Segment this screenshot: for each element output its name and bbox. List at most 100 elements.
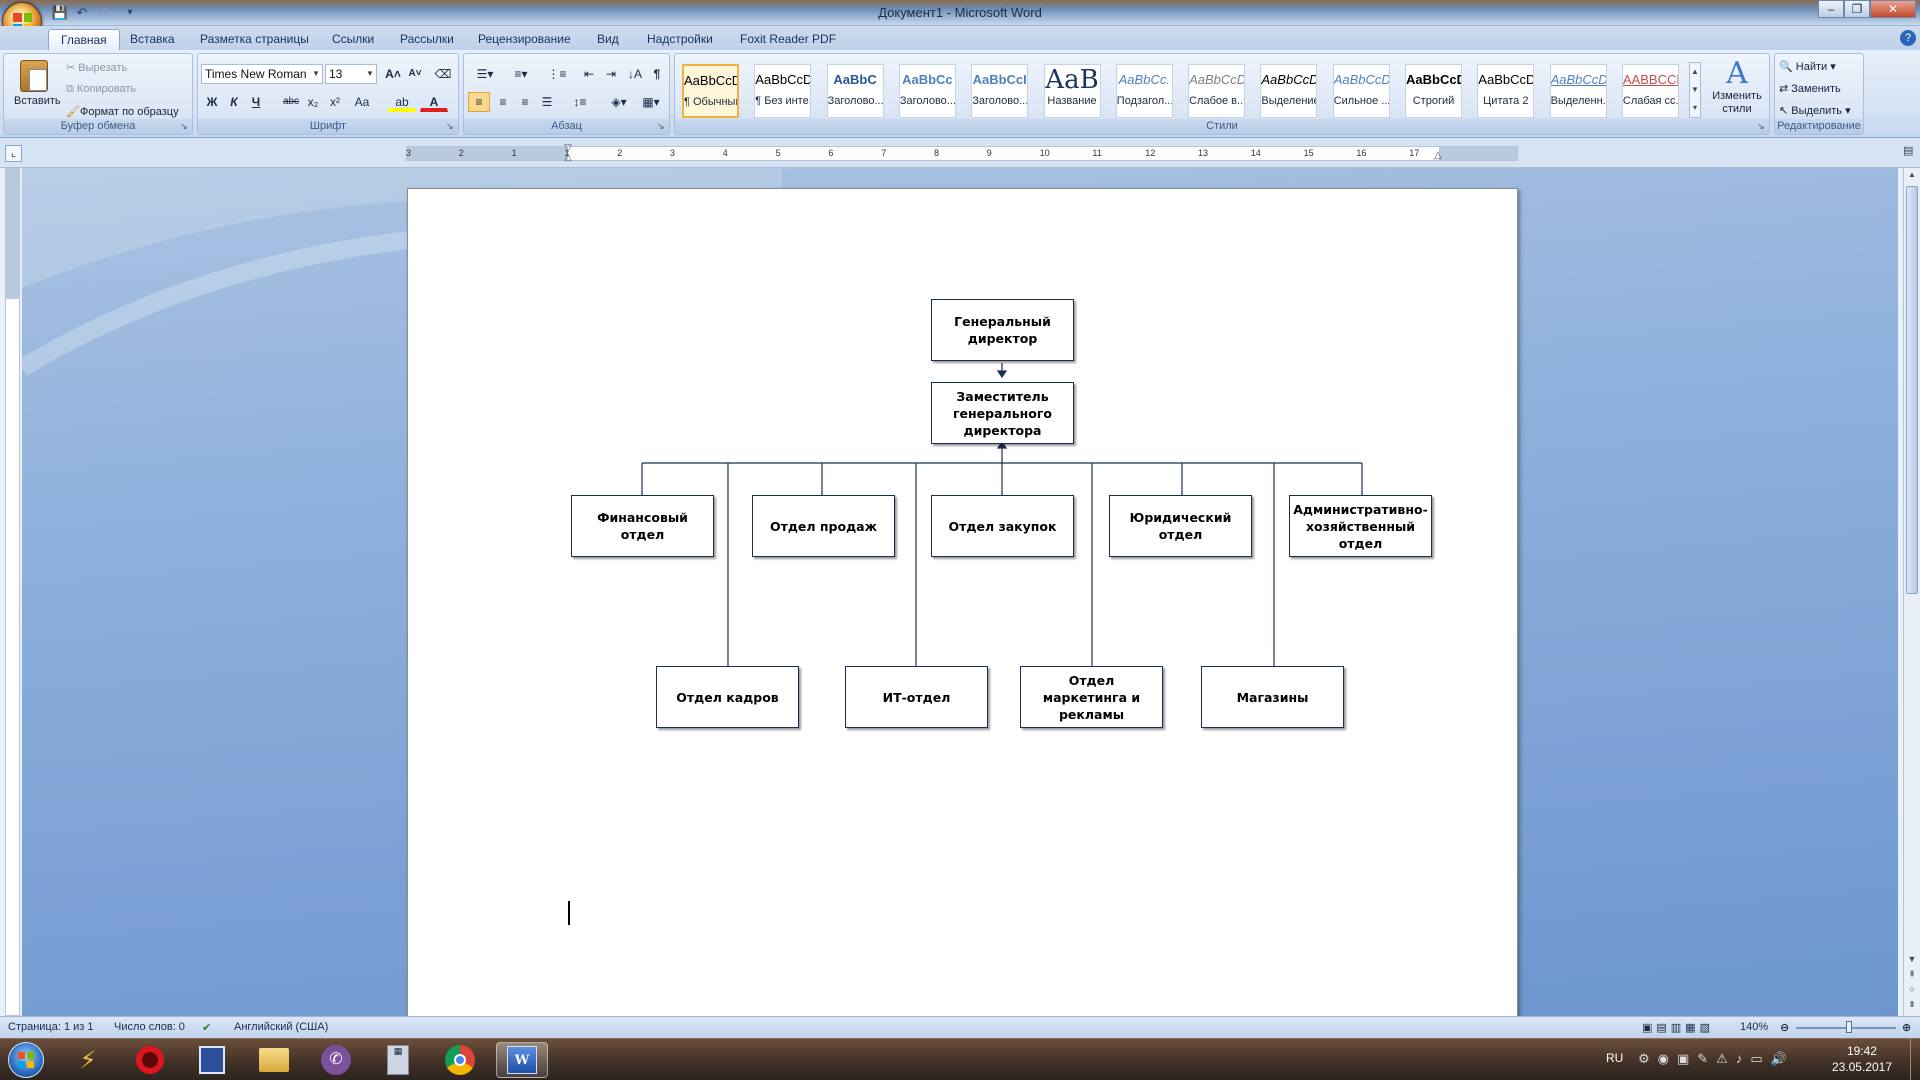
style-tile[interactable]: AaBbCcDi Выделенн... — [1549, 64, 1607, 118]
paste-button[interactable]: Вставить — [14, 58, 61, 114]
zoom-slider-thumb[interactable] — [1846, 1021, 1852, 1033]
underline-button[interactable]: Ч — [245, 92, 267, 112]
zoom-out-icon[interactable]: ⊖ — [1780, 1021, 1789, 1034]
org-node-admin[interactable]: Административно-хозяйственный отдел — [1289, 495, 1432, 557]
org-node-finance[interactable]: Финансовый отдел — [571, 495, 714, 557]
font-color-icon[interactable]: A — [420, 92, 448, 112]
page-count[interactable]: Страница: 1 из 1 — [8, 1021, 94, 1033]
horizontal-ruler[interactable]: 3 2 1 1 2 3 4 5 6 7 8 9 10 11 12 13 14 15 16 17 ▽ △ △ — [406, 144, 1518, 163]
qat-customize-icon[interactable]: ▾ — [120, 3, 140, 23]
word-taskbar-icon[interactable]: W — [496, 1042, 548, 1078]
org-node-marketing[interactable]: Отдел маркетинга и рекламы — [1020, 666, 1163, 728]
dialog-launcher-icon[interactable]: ↘ — [1757, 122, 1767, 132]
language-status[interactable]: Английский (США) — [234, 1021, 328, 1033]
close-button[interactable]: ✕ — [1870, 0, 1916, 18]
tab-selector-icon[interactable]: ⌞ — [5, 145, 22, 162]
zoom-in-icon[interactable]: ⊕ — [1902, 1021, 1911, 1034]
sort-icon[interactable]: ↓A — [624, 64, 646, 84]
vertical-scrollbar[interactable]: ▲ ▼ ⇞ ○ ⇟ — [1903, 168, 1920, 1016]
gallery-scroll[interactable]: ▲ ▼ ▾ — [1689, 62, 1701, 118]
style-tile[interactable]: AaBbCcDi Сильное ... — [1332, 64, 1390, 118]
align-left-icon[interactable]: ≡ — [468, 92, 490, 112]
tray-icons[interactable]: ⚙◉▣✎⚠♪▭🔊 — [1638, 1051, 1795, 1067]
decrease-indent-icon[interactable]: ⇤ — [578, 64, 600, 84]
app-launcher-icon[interactable]: ⚡ — [62, 1042, 114, 1078]
proofing-icon[interactable]: ✔ — [202, 1021, 211, 1034]
org-node-sales[interactable]: Отдел продаж — [752, 495, 895, 557]
show-desktop-button[interactable] — [1910, 1039, 1920, 1080]
opera-icon[interactable] — [124, 1042, 176, 1078]
org-node-stores[interactable]: Магазины — [1201, 666, 1344, 728]
find-button[interactable]: 🔍 Найти ▾ — [1779, 60, 1836, 73]
format-painter-button[interactable]: 🖌Формат по образцу — [66, 105, 179, 118]
minimize-button[interactable]: – — [1818, 0, 1844, 18]
shading-icon[interactable]: ◈▾ — [604, 92, 634, 112]
font-name-combo[interactable]: Times New Roman ▼ — [201, 64, 323, 84]
tab-insert[interactable]: Вставка — [118, 29, 187, 50]
right-indent-marker-icon[interactable]: △ — [1433, 151, 1443, 161]
scroll-thumb[interactable] — [1906, 186, 1918, 594]
tab-review[interactable]: Рецензирование — [466, 29, 583, 50]
org-node-legal[interactable]: Юридический отдел — [1109, 495, 1252, 557]
redo-icon[interactable]: ↷ — [96, 3, 116, 23]
tab-view[interactable]: Вид — [585, 29, 631, 50]
style-tile[interactable]: AaBbCcI Заголово... — [971, 64, 1029, 118]
subscript-button[interactable]: x₂ — [302, 92, 324, 112]
style-tile[interactable]: AaBbCc. Подзагол... — [1115, 64, 1173, 118]
view-buttons[interactable]: ▣▤▥▦▧ — [1642, 1021, 1714, 1034]
strikethrough-button[interactable]: abc — [280, 92, 302, 112]
align-right-icon[interactable]: ≡ — [514, 92, 536, 112]
bullets-icon[interactable]: ☰▾ — [468, 64, 502, 84]
style-tile[interactable]: AaBbCcDc ¶ Без инте... — [754, 64, 812, 118]
style-tile[interactable]: AaB Название — [1043, 64, 1101, 118]
cut-button[interactable]: ✂ Вырезать — [66, 61, 127, 74]
browse-object-icon[interactable]: ▼ ⇞ ○ ⇟ — [1906, 952, 1918, 1012]
replace-button[interactable]: ⇄ Заменить — [1779, 82, 1841, 95]
numbering-icon[interactable]: ≡▾ — [504, 64, 538, 84]
help-icon[interactable]: ? — [1900, 30, 1916, 46]
document-page[interactable]: Генеральный директор Заместитель генерал… — [407, 188, 1518, 1048]
start-button[interactable] — [2, 1042, 50, 1078]
tab-foxit[interactable]: Foxit Reader PDF — [728, 29, 848, 50]
style-tile[interactable]: AaBbCcDc Цитата 2 — [1477, 64, 1535, 118]
restore-button[interactable]: ❐ — [1844, 0, 1870, 18]
chrome-icon[interactable] — [434, 1042, 486, 1078]
undo-icon[interactable]: ↶ — [72, 3, 92, 23]
align-center-icon[interactable]: ≡ — [492, 92, 514, 112]
org-node-it[interactable]: ИТ-отдел — [845, 666, 988, 728]
style-tile[interactable]: AaBbCcDc ¶ Обычный — [682, 64, 739, 118]
style-tile[interactable]: AaBbCcDc Строгий — [1405, 64, 1462, 118]
word-count[interactable]: Число слов: 0 — [114, 1021, 185, 1033]
dialog-launcher-icon[interactable]: ↘ — [446, 122, 456, 132]
justify-icon[interactable]: ☰ — [536, 92, 558, 112]
change-case-button[interactable]: Aa — [348, 92, 376, 112]
tab-page-layout[interactable]: Разметка страницы — [188, 29, 321, 50]
tab-home[interactable]: Главная — [48, 29, 120, 50]
file-explorer-icon[interactable] — [248, 1042, 300, 1078]
line-spacing-icon[interactable]: ↕≡ — [564, 92, 596, 112]
input-language[interactable]: RU — [1606, 1051, 1623, 1065]
indent-marker-icon[interactable]: ▽ △ — [563, 144, 573, 163]
tab-addins[interactable]: Надстройки — [635, 29, 725, 50]
dialog-launcher-icon[interactable]: ↘ — [180, 122, 190, 132]
vertical-ruler[interactable] — [5, 168, 20, 1016]
clear-format-icon[interactable]: ⌫ — [432, 64, 454, 84]
org-node-procurement[interactable]: Отдел закупок — [931, 495, 1074, 557]
scroll-up-icon[interactable]: ▲ — [1906, 170, 1918, 184]
superscript-button[interactable]: x² — [324, 92, 346, 112]
font-size-combo[interactable]: 13 ▼ — [325, 64, 377, 84]
borders-icon[interactable]: ▦▾ — [636, 92, 666, 112]
copy-button[interactable]: ⧉ Копировать — [66, 83, 136, 96]
tab-references[interactable]: Ссылки — [320, 29, 386, 50]
multilevel-list-icon[interactable]: ⋮≡ — [540, 64, 574, 84]
style-tile[interactable]: AaBbCcDi Слабое в... — [1188, 64, 1246, 118]
tab-mailings[interactable]: Рассылки — [388, 29, 466, 50]
bold-button[interactable]: Ж — [201, 92, 223, 112]
save-app-icon[interactable] — [186, 1042, 238, 1078]
org-node-ceo[interactable]: Генеральный директор — [931, 299, 1074, 361]
viber-icon[interactable]: ✆ — [310, 1042, 362, 1078]
grow-font-button[interactable]: A˄ — [382, 64, 404, 84]
style-tile[interactable]: AaBbCcDi Выделение — [1260, 64, 1318, 118]
italic-button[interactable]: К — [223, 92, 245, 112]
calculator-icon[interactable]: ▦ — [372, 1042, 424, 1078]
